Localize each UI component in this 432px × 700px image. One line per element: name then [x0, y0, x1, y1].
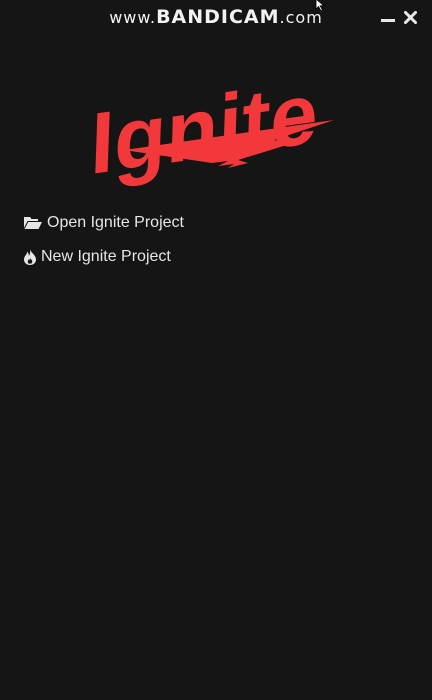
mouse-cursor-icon — [315, 0, 326, 16]
folder-open-icon — [24, 216, 42, 230]
ignite-logo: Ignite — [89, 52, 336, 193]
start-menu: Open Ignite Project New Ignite Project — [24, 211, 184, 279]
new-project-button[interactable]: New Ignite Project — [24, 245, 184, 269]
new-project-label: New Ignite Project — [41, 248, 171, 265]
close-icon — [403, 10, 417, 24]
minimize-icon — [381, 19, 395, 22]
open-project-button[interactable]: Open Ignite Project — [24, 211, 184, 235]
flame-icon — [24, 249, 36, 265]
minimize-button[interactable] — [380, 8, 396, 26]
close-button[interactable] — [402, 8, 418, 26]
open-project-label: Open Ignite Project — [47, 214, 184, 231]
watermark-brand: BANDICAM — [156, 6, 280, 28]
window-controls — [380, 8, 418, 26]
app-window: www.BANDICAM.com Ignite Open Ignite Proj… — [0, 0, 432, 700]
recorder-watermark: www.BANDICAM.com — [0, 6, 432, 28]
watermark-prefix: www. — [109, 8, 157, 27]
